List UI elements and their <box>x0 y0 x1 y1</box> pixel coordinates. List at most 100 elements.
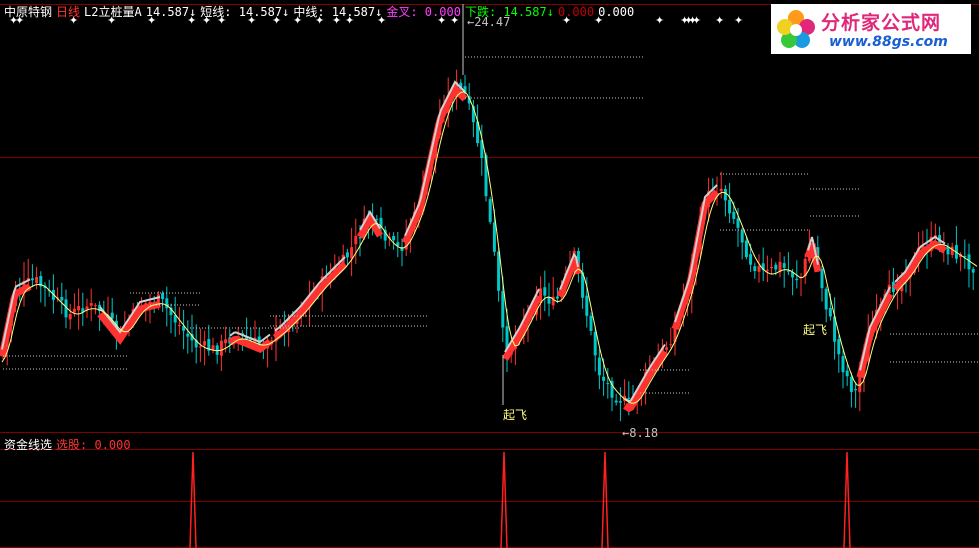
trend-ribbon <box>0 283 32 358</box>
candle-body <box>85 306 89 310</box>
candle-body <box>198 346 202 348</box>
candle-body <box>60 296 64 301</box>
candle-body <box>89 303 93 306</box>
candle-body <box>971 269 975 273</box>
star-dot: ✦ <box>692 14 701 27</box>
candle-body <box>618 401 622 403</box>
high-marker: ←24.47 <box>467 15 511 29</box>
signal-spike <box>601 451 609 548</box>
trend-ribbon <box>97 300 161 345</box>
moving-average-line <box>1 91 978 404</box>
trend-ribbon <box>892 239 947 292</box>
candle-body <box>392 236 396 241</box>
trend-ribbon <box>856 292 894 379</box>
candle-body <box>627 397 631 399</box>
candle-body <box>72 308 76 313</box>
candle-body <box>354 235 358 245</box>
candle-body <box>110 312 114 319</box>
candle-body <box>744 240 748 258</box>
candle-body <box>492 222 496 252</box>
candle-body <box>501 291 505 328</box>
candlestick-series[interactable] <box>0 69 975 422</box>
main-chart[interactable]: ✦✦ ✦ ✦ ✦ ✦ ✦ ✦ ✦ ✦ ✦ ✦ ✦ ✦ ✦ ✦ ✦ ✦ ✦ ✦ ✦✦✦✦ ✦ ✦ <box>0 0 979 548</box>
candle-body <box>950 246 954 255</box>
candle-body <box>219 340 223 356</box>
candle-body <box>774 264 778 270</box>
candle-body <box>782 263 786 268</box>
candle-body <box>68 314 72 320</box>
candle-body <box>161 293 165 300</box>
site-logo[interactable]: 分析家公式网 www.88gs.com <box>771 4 971 54</box>
candle-body <box>770 266 774 269</box>
indicator-name: L2立桩量A <box>84 5 142 19</box>
sub-panel-title: 资金线选 <box>4 438 53 452</box>
logo-title: 分析家公式网 <box>821 12 942 34</box>
candle-body <box>597 357 601 376</box>
candle-body <box>824 288 828 310</box>
chart-grid <box>0 4 979 548</box>
chart-header: 中原特钢 日线 L2立桩量A 14.587↓ 短线: 14.587↓ 中线: 14.587… <box>4 5 638 19</box>
star-dot: ✦ <box>734 14 743 27</box>
value-white: 0.000 <box>598 5 635 19</box>
candle-body <box>837 339 841 355</box>
trend-ribbon-edge <box>504 288 540 353</box>
candle-body <box>795 278 799 281</box>
value-short: 短线: 14.587↓ <box>200 5 290 19</box>
candle-body <box>350 247 354 259</box>
candle-body <box>593 331 597 356</box>
stock-name: 中原特钢 <box>4 5 53 19</box>
sub-panel-label: 选股: 0.000 <box>56 438 131 452</box>
low-marker: ←8.18 <box>622 426 659 440</box>
candle-body <box>719 188 723 192</box>
candle-body <box>203 341 207 346</box>
value-cross: 金叉: 0.000 <box>386 5 461 19</box>
value-main: 14.587↓ <box>145 5 197 19</box>
period-label[interactable]: 日线 <box>56 5 80 19</box>
sub-panel-header: 资金线选 选股: 0.000 <box>4 438 135 452</box>
candle-body <box>77 306 81 311</box>
candle-body <box>669 344 673 346</box>
candle-body <box>177 324 181 326</box>
candle-body <box>753 266 757 272</box>
candle-body <box>186 333 190 337</box>
value-red: 0.000 <box>557 5 595 19</box>
trend-ribbon <box>272 261 348 341</box>
candle-body <box>820 269 824 289</box>
candle-body <box>547 297 551 304</box>
candle-body <box>589 315 593 331</box>
candle-body <box>845 370 849 377</box>
candle-body <box>849 376 853 392</box>
candle-body <box>224 339 228 344</box>
candle-body <box>602 376 606 381</box>
candle-body <box>736 218 740 228</box>
candle-body <box>749 254 753 265</box>
candle-body <box>740 230 744 243</box>
candle-body <box>93 305 97 307</box>
signal-label-2: 起飞 <box>803 323 828 337</box>
value-mid: 中线: 14.587↓ <box>293 5 383 19</box>
flower-icon <box>777 10 815 48</box>
signal-spike <box>189 451 197 548</box>
logo-url: www.88gs.com <box>829 34 948 50</box>
candle-body <box>555 296 559 299</box>
candle-body <box>488 199 492 222</box>
candle-body <box>585 295 589 316</box>
trend-ribbon <box>501 294 543 361</box>
candle-body <box>841 356 845 373</box>
candle-body <box>765 269 769 271</box>
candle-body <box>854 389 858 391</box>
candle-body <box>35 276 39 284</box>
candle-body <box>723 188 727 201</box>
star-dot: ✦ <box>655 14 664 27</box>
candle-body <box>732 211 736 219</box>
signal-spike <box>843 451 851 548</box>
candle-body <box>757 266 761 272</box>
candle-body <box>606 383 610 385</box>
signal-label-1: 起飞 <box>503 408 528 422</box>
ma-line <box>1 91 978 404</box>
candle-body <box>665 347 669 350</box>
candle-body <box>828 307 832 317</box>
star-dot: ✦ <box>715 14 724 27</box>
candle-body <box>345 252 349 258</box>
sub-signal-spikes[interactable] <box>189 451 851 548</box>
